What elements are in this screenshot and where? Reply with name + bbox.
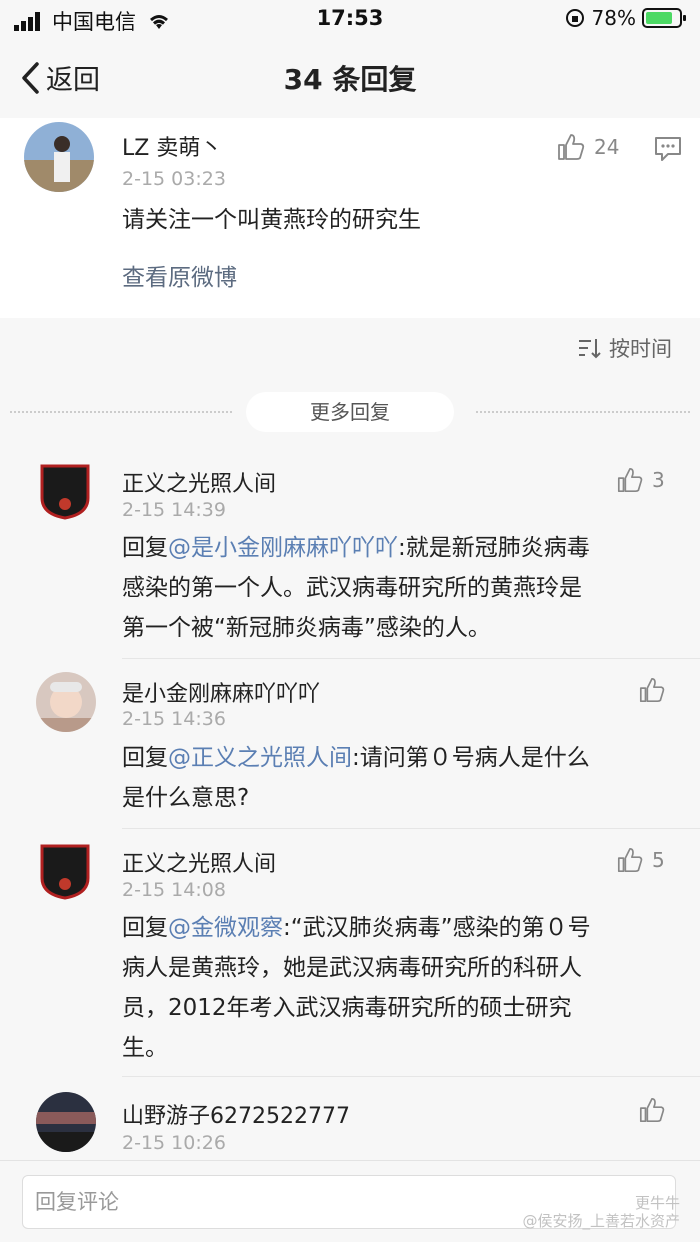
comment-divider — [122, 828, 700, 829]
comment-author[interactable]: 山野游子6272522777 — [122, 1098, 350, 1130]
thumbs-up-icon — [639, 677, 665, 703]
comment-text-line: 回复@金微观察:“武汉肺炎病毒”感染的第０号 — [122, 908, 591, 948]
more-replies-button[interactable]: 更多回复 — [246, 392, 454, 432]
more-replies-row: 更多回复 — [0, 392, 700, 432]
comment-text-line: 回复@是小金刚麻麻吖吖吖:就是新冠肺炎病毒 — [122, 528, 590, 568]
avatar[interactable] — [40, 464, 90, 520]
comment-time: 2-15 14:39 — [122, 499, 226, 521]
post-like-count: 24 — [594, 135, 620, 159]
avatar-photo — [24, 122, 94, 192]
comment-like-button[interactable]: 3 — [616, 466, 665, 494]
comment-text-line: 回复@正义之光照人间:请问第０号病人是什么 — [122, 738, 590, 778]
nav-bar: 返回 34 条回复 — [0, 38, 700, 118]
battery-icon — [642, 8, 686, 28]
comment-text: 回复@正义之光照人间:请问第０号病人是什么 是什么意思? — [122, 738, 590, 818]
avatar[interactable] — [36, 1092, 96, 1152]
sort-by-time-button[interactable]: 按时间 — [577, 333, 672, 363]
comment-text-line: 病人是黄燕玲，她是武汉病毒研究所的科研人 — [122, 955, 582, 981]
comment-time: 2-15 14:36 — [122, 708, 226, 730]
battery-percent: 78% — [591, 6, 636, 30]
shield-badge-icon — [40, 844, 90, 900]
comment-author[interactable]: 正义之光照人间 — [122, 466, 276, 498]
avatar[interactable] — [36, 672, 96, 732]
bottom-bar: 回复评论 更牛牛 @侯安扬_上善若水资产 — [0, 1160, 700, 1242]
thumbs-up-icon — [558, 134, 585, 160]
comment-time: 2-15 14:08 — [122, 879, 226, 901]
comment-author[interactable]: 是小金刚麻麻吖吖吖 — [122, 676, 320, 708]
comment-text-line: 生。 — [122, 1035, 168, 1061]
reply-prefix: 回复 — [122, 535, 168, 561]
post-like-button[interactable]: 24 — [556, 132, 619, 162]
comment-author[interactable]: 正义之光照人间 — [122, 846, 276, 878]
avatar[interactable] — [40, 844, 90, 900]
watermark-line: 更牛牛 — [634, 1194, 680, 1212]
comment-like-button[interactable]: 5 — [616, 846, 665, 874]
comment-like-count: 5 — [652, 848, 665, 872]
thumbs-up-icon — [639, 1097, 665, 1123]
comment-divider — [122, 658, 700, 659]
comment-like-count: 3 — [652, 468, 665, 492]
baby-photo — [36, 672, 96, 732]
mention-link[interactable]: @是小金刚麻麻吖吖吖 — [168, 535, 398, 561]
comment-like-button[interactable] — [638, 676, 674, 704]
reply-prefix: 回复 — [122, 915, 168, 941]
comment-text-line: 感染的第一个人。武汉病毒研究所的黄燕玲是 — [122, 575, 582, 601]
mention-link[interactable]: @金微观察 — [168, 915, 283, 941]
reply-prefix: 回复 — [122, 745, 168, 771]
sunset-photo — [36, 1092, 96, 1152]
comment-text-segment: :请问第０号病人是什么 — [352, 745, 590, 771]
thumbs-up-icon — [617, 847, 643, 873]
watermark: 更牛牛 @侯安扬_上善若水资产 — [522, 1194, 680, 1230]
comment-text: 回复@是小金刚麻麻吖吖吖:就是新冠肺炎病毒 感染的第一个人。武汉病毒研究所的黄燕… — [122, 528, 590, 648]
comment-text-segment: :就是新冠肺炎病毒 — [398, 535, 590, 561]
sort-icon — [579, 339, 601, 359]
divider-right — [476, 411, 690, 413]
comment-text-line: 是什么意思? — [122, 785, 250, 811]
shield-badge-icon — [40, 464, 90, 520]
view-original-link[interactable]: 查看原微博 — [122, 258, 237, 298]
thumbs-up-icon — [617, 467, 643, 493]
post-author[interactable]: LZ 卖萌丶 — [122, 130, 222, 162]
comment-text-line: 第一个被“新冠肺炎病毒”感染的人。 — [122, 615, 491, 641]
avatar[interactable] — [24, 122, 94, 192]
comment-like-button[interactable] — [638, 1096, 674, 1124]
page-title: 34 条回复 — [283, 63, 417, 96]
divider-left — [10, 411, 232, 413]
post-text: 请关注一个叫黄燕玲的研究生 — [122, 207, 421, 233]
sort-label: 按时间 — [609, 337, 672, 361]
comment-text-line: 员，2012年考入武汉病毒研究所的硕士研究 — [122, 995, 572, 1021]
status-bar: 中国电信 17:53 78% — [0, 0, 700, 38]
orientation-lock-icon — [565, 9, 584, 27]
comment-icon[interactable] — [654, 136, 682, 162]
comment-divider — [122, 1076, 700, 1077]
status-right: 78% — [564, 6, 688, 30]
post-time: 2-15 03:23 — [122, 168, 226, 190]
comment-text: 回复@金微观察:“武汉肺炎病毒”感染的第０号 病人是黄燕玲，她是武汉病毒研究所的… — [122, 908, 591, 1068]
watermark-line: @侯安扬_上善若水资产 — [522, 1212, 680, 1230]
comment-text-segment: :“武汉肺炎病毒”感染的第０号 — [283, 915, 591, 941]
comment-time: 2-15 10:26 — [122, 1132, 226, 1154]
original-post: LZ 卖萌丶 24 2-15 03:23 请关注一个叫黄燕玲的研究生 查看原微博 — [0, 118, 700, 318]
mention-link[interactable]: @正义之光照人间 — [168, 745, 352, 771]
